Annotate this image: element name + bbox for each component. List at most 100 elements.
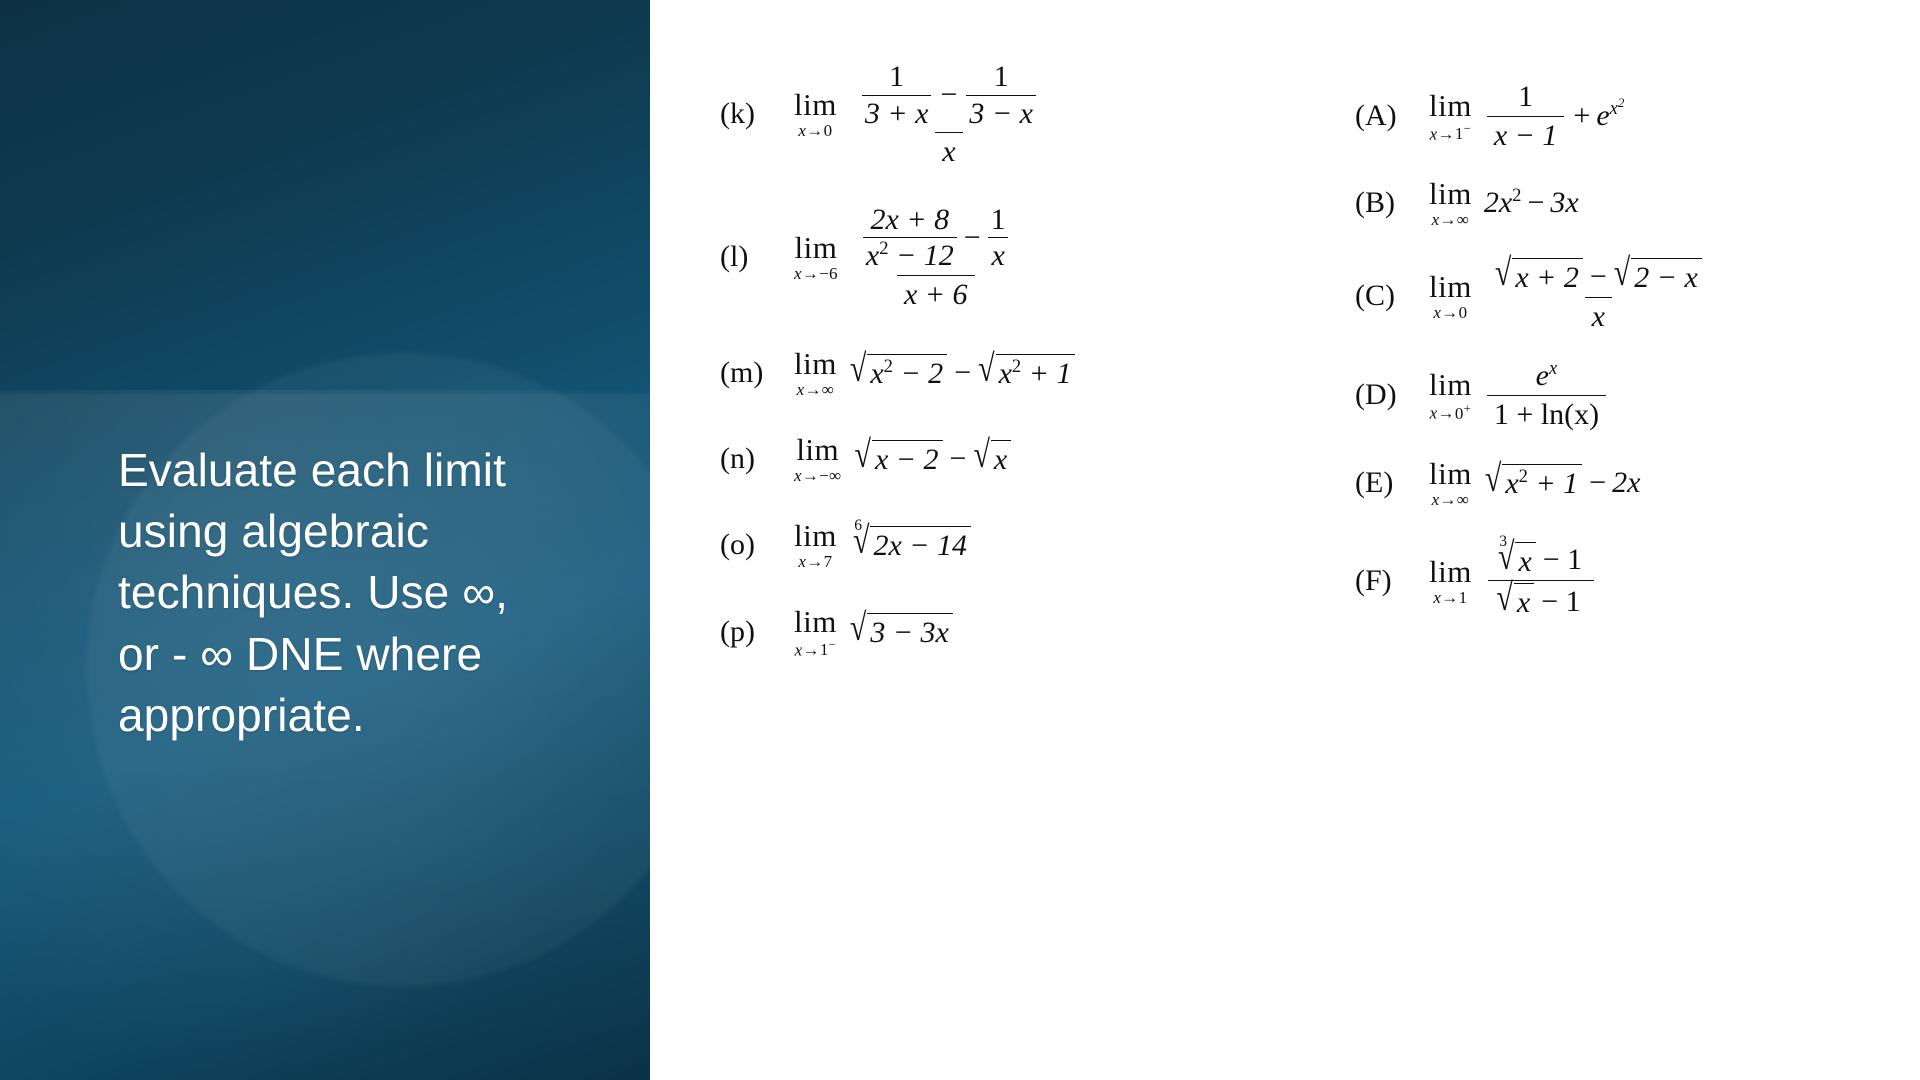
limit-subscript-o: x→7 [798, 551, 833, 571]
limit-subscript-l: x→−6 [794, 264, 838, 284]
limit-operator-C: lim x→0 [1429, 271, 1472, 321]
exponent-D: x [1548, 358, 1558, 380]
limit-operator-F: lim x→1 [1429, 556, 1472, 606]
outer-numerator-l: 2x + 8 x2 − 12 − 1 x [853, 203, 1019, 275]
operator-minus-B: − [1527, 186, 1545, 220]
lim-text: lim [794, 603, 837, 639]
inner-num-k-2: 1 [993, 60, 1009, 93]
lim-text: lim [794, 87, 837, 123]
fraction-C: √ x + 2 − √ 2 − x x [1487, 252, 1710, 334]
equation-body-n: lim x→−∞ √ x − 2 − √ x [794, 434, 1012, 484]
lim-text: lim [1429, 268, 1472, 304]
limit-subscript-D: x→0+ [1429, 401, 1472, 423]
equation-label-B: (B) [1355, 186, 1395, 220]
equation-row-o: (o) lim x→7 6 √ 2x − 14 [720, 517, 1280, 570]
equation-body-E: lim x→∞ √ x2 + 1 − 2x [1429, 458, 1640, 508]
denominator-A: x − 1 [1486, 115, 1565, 153]
inner-fraction-k-1: 1 3 + x [861, 60, 932, 130]
radical-index-F: 3 [1499, 532, 1507, 550]
equation-body-A: lim x→1− 1 x − 1 + ex2 [1429, 80, 1624, 152]
limit-operator-p: lim x→1− [794, 606, 837, 659]
inner-num-l-2: 1 [990, 202, 1006, 236]
lim-text: lim [796, 431, 840, 467]
slide-canvas: Evaluate each limit using algebraic tech… [0, 0, 1920, 1080]
denominator-C: x [1584, 296, 1612, 334]
sqrt-n-2: √ x [973, 434, 1012, 477]
limit-subscript-B: x→∞ [1431, 210, 1470, 230]
radical-icon: √ [1494, 251, 1512, 295]
term-B-2: 3x [1550, 186, 1579, 220]
operator-minus-E: − [1589, 465, 1607, 499]
equation-body-F: lim x→1 3 √ x − 1 √ x − 1 [1429, 533, 1598, 620]
outer-fraction-l: 2x + 8 x2 − 12 − 1 x x + 6 [853, 203, 1019, 312]
right-problem-column: (A) lim x→1− 1 x − 1 + ex2 (B) lim x→∞ 2… [1355, 80, 1855, 620]
equation-row-l: (l) lim x→−6 2x + 8 x2 − 12 − 1 x x + 6 [720, 203, 1280, 312]
radicand-n-2: x [990, 440, 1012, 477]
radical-icon: √ [973, 433, 990, 476]
equation-label-o: (o) [720, 527, 755, 561]
lim-text: lim [1429, 87, 1472, 123]
inner-den-l-1: x2 − 12 [862, 237, 957, 273]
lim-text: lim [794, 345, 837, 381]
equation-label-C: (C) [1355, 278, 1395, 312]
equation-body-C: lim x→0 √ x + 2 − √ 2 − x x [1429, 252, 1713, 334]
operator-minus-C: − [1589, 259, 1607, 293]
outer-numerator-k: 1 3 + x − 1 3 − x [852, 60, 1046, 132]
equation-body-B: lim x→∞ 2x2 − 3x [1429, 178, 1579, 228]
radical-icon: √ [849, 347, 867, 390]
equation-row-B: (B) lim x→∞ 2x2 − 3x [1355, 178, 1855, 228]
limit-subscript-k: x→0 [798, 121, 833, 141]
left-title-panel: Evaluate each limit using algebraic tech… [0, 0, 650, 1080]
equation-label-p: (p) [720, 614, 755, 648]
limit-subscript-n: x→−∞ [794, 465, 842, 485]
prompt-text: Evaluate each limit using algebraic tech… [118, 444, 521, 741]
radical-icon: √ [978, 347, 995, 390]
equation-label-F: (F) [1355, 563, 1392, 597]
lim-text: lim [794, 230, 838, 266]
numerator-C: √ x + 2 − √ 2 − x [1487, 252, 1710, 297]
radicand-n-1: x − 2 [871, 440, 943, 477]
radicand-F-2: x [1513, 583, 1535, 620]
equation-row-A: (A) lim x→1− 1 x − 1 + ex2 [1355, 80, 1855, 152]
term-E-2: 2x [1612, 465, 1641, 499]
sqrt-F-2: √ x [1496, 577, 1535, 620]
lim-text: lim [1429, 553, 1472, 589]
inner-num-l-1: 2x + 8 [870, 202, 950, 236]
limit-subscript-m: x→∞ [796, 379, 835, 399]
equation-label-k: (k) [720, 97, 755, 131]
radicand-m-2: x2 + 1 [995, 354, 1076, 391]
lim-text: lim [1429, 455, 1472, 491]
middle-problem-column: (k) lim x→0 1 3 + x − 1 3 − x x (l) lim … [720, 60, 1280, 658]
radical-icon: √ [1496, 576, 1513, 619]
fraction-F: 3 √ x − 1 √ x − 1 [1487, 533, 1595, 620]
operator-minus-m: − [954, 355, 972, 389]
operator-minus-k: − [940, 78, 958, 112]
inner-den-k-2: 3 − x [966, 94, 1036, 131]
limit-subscript-F: x→1 [1433, 587, 1468, 607]
equation-label-D: (D) [1355, 378, 1397, 412]
limit-subscript-p: x→1− [794, 637, 837, 660]
radicand-E-1: x2 + 1 [1502, 464, 1583, 501]
cbrt-F-1: 3 √ x [1495, 533, 1536, 579]
limit-operator-o: lim x→7 [794, 520, 837, 570]
exponent-A: x2 [1609, 94, 1625, 120]
inner-num-k-1: 1 [889, 60, 905, 93]
equation-row-E: (E) lim x→∞ √ x2 + 1 − 2x [1355, 458, 1855, 508]
limit-subscript-E: x→∞ [1431, 489, 1470, 509]
limit-operator-n: lim x→−∞ [794, 434, 841, 484]
lim-text: lim [1429, 367, 1472, 403]
limit-subscript-C: x→0 [1433, 302, 1468, 322]
sqrt-m-1: √ x2 − 2 [850, 348, 948, 391]
numerator-F: 3 √ x − 1 [1487, 533, 1595, 581]
numerator-tail-F: − 1 [1542, 543, 1583, 577]
equation-row-C: (C) lim x→0 √ x + 2 − √ 2 − x x [1355, 252, 1855, 334]
equation-row-k: (k) lim x→0 1 3 + x − 1 3 − x x [720, 60, 1280, 169]
equation-row-n: (n) lim x→−∞ √ x − 2 − √ x [720, 434, 1280, 484]
sqrt-n-1: √ x − 2 [854, 434, 943, 477]
inner-fraction-l-2: 1 x [988, 203, 1009, 273]
fraction-A: 1 x − 1 [1486, 80, 1565, 153]
equation-body-D: lim x→0+ ex 1 + ln(x) [1429, 359, 1609, 431]
radical-icon: √ [1613, 251, 1631, 295]
equation-row-p: (p) lim x→1− √ 3 − 3x [720, 606, 1280, 659]
outer-denominator-l: x + 6 [896, 274, 975, 312]
